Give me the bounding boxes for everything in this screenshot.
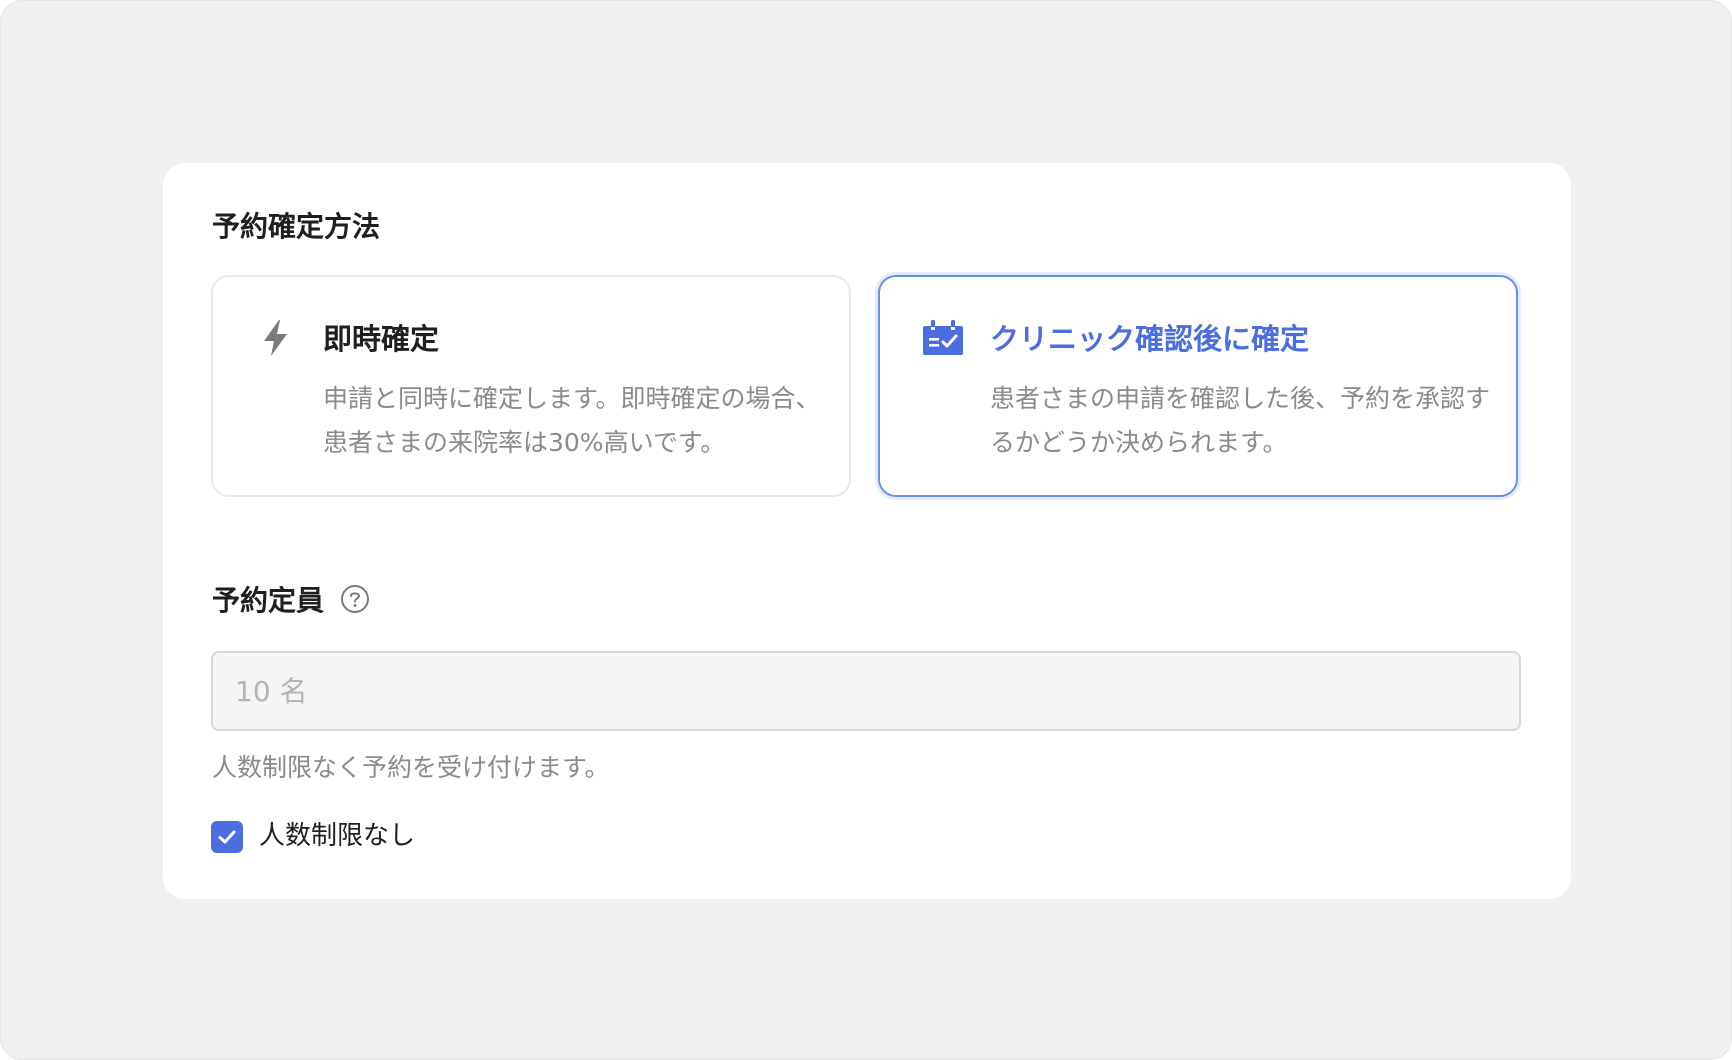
checkmark-icon <box>218 830 236 844</box>
calendar-check-icon <box>922 317 964 359</box>
option-instant-confirmation[interactable]: 即時確定 申請と同時に確定します。即時確定の場合、患者さまの来院率は30%高いで… <box>211 275 851 497</box>
unlimited-checkbox-label[interactable]: 人数制限なし <box>259 819 415 853</box>
help-circle-icon[interactable] <box>340 584 370 614</box>
lightning-icon <box>255 317 297 359</box>
page-background: 予約確定方法 即時確定 申請と同時に確定します。即時確定の場合、患者さまの来院率… <box>0 0 1732 1060</box>
option-instant-description: 申請と同時に確定します。即時確定の場合、患者さまの来院率は30%高いです。 <box>323 384 821 457</box>
settings-card: 予約確定方法 即時確定 申請と同時に確定します。即時確定の場合、患者さまの来院率… <box>163 163 1571 899</box>
option-clinic-review-description: 患者さまの申請を確認した後、予約を承認するかどうか決められます。 <box>990 384 1491 457</box>
confirmation-method-heading: 予約確定方法 <box>212 210 381 243</box>
unlimited-checkbox[interactable] <box>211 821 243 853</box>
capacity-hint: 人数制限なく予約を受け付けます。 <box>212 753 610 782</box>
capacity-input[interactable] <box>211 651 1521 731</box>
option-instant-title: 即時確定 <box>323 322 440 356</box>
option-clinic-review-confirmation[interactable]: クリニック確認後に確定 患者さまの申請を確認した後、予約を承認するかどうか決めら… <box>878 275 1518 497</box>
option-clinic-review-title: クリニック確認後に確定 <box>990 322 1310 356</box>
capacity-label: 予約定員 <box>212 584 325 617</box>
